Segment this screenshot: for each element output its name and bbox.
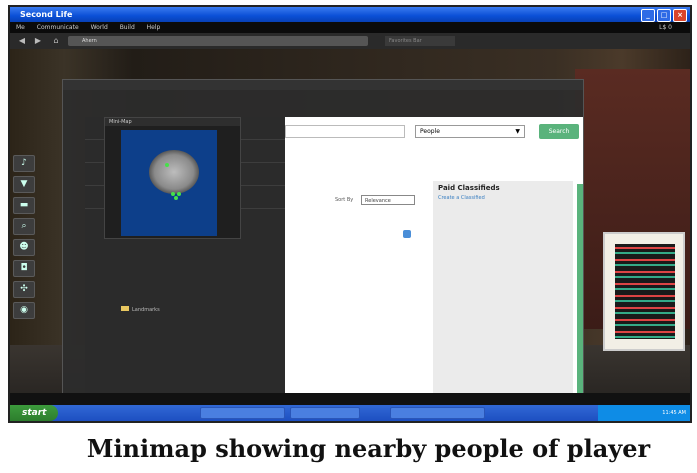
people-icon[interactable]: ☻ — [13, 239, 35, 256]
sort-label: Sort By — [335, 197, 354, 203]
map-icon[interactable]: ✣ — [13, 281, 35, 298]
taskbar-item[interactable] — [200, 407, 285, 419]
sort-select[interactable]: Relevance — [361, 195, 415, 205]
windows-taskbar: start 11:45 AM — [10, 405, 690, 421]
navigation-bar: ◀ ▶ ⌂ Ahern Favorites Bar — [10, 33, 690, 50]
folder-icon — [121, 306, 129, 311]
figure-caption: Minimap showing nearby people of player — [86, 434, 651, 463]
search-button[interactable]: Search — [539, 124, 579, 139]
search-pane: People ▼ Search Sort By Relevance Paid C… — [285, 117, 583, 417]
camera-icon[interactable]: ◘ — [13, 260, 35, 277]
menu-communicate[interactable]: Communicate — [37, 24, 79, 31]
taskbar-item[interactable] — [390, 407, 485, 419]
maximize-icon[interactable]: □ — [657, 9, 671, 22]
nearby-avatar-dot — [177, 192, 181, 196]
bottom-toolbar — [10, 393, 690, 405]
classifieds-title: Paid Classifieds — [438, 184, 500, 192]
forward-icon[interactable]: ▶ — [32, 36, 44, 46]
sidebar-toolbar: ♪ ▼ ▬ ⌕ ☻ ◘ ✣ ◉ — [13, 155, 35, 319]
gesture-icon[interactable]: ▼ — [13, 176, 35, 193]
search-input[interactable] — [285, 125, 405, 138]
create-classified-link[interactable]: Create a Classified — [438, 195, 485, 201]
second-life-window: Second Life _ □ × Me Communicate World B… — [8, 5, 692, 423]
menu-help[interactable]: Help — [147, 24, 161, 31]
search-dialog-header — [63, 80, 583, 90]
nearby-avatar-dot — [174, 196, 178, 200]
info-board[interactable] — [603, 232, 685, 351]
back-icon[interactable]: ◀ — [16, 36, 28, 46]
system-tray: 11:45 AM — [598, 405, 690, 421]
island — [149, 150, 199, 194]
search-icon[interactable]: ⌕ — [13, 218, 35, 235]
category-select[interactable]: People ▼ — [415, 125, 525, 138]
menubar: Me Communicate World Build Help L$ 0 — [10, 22, 690, 33]
taskbar-item[interactable] — [290, 407, 360, 419]
chat-icon[interactable]: ▬ — [13, 197, 35, 214]
location-input[interactable]: Ahern — [68, 36, 368, 46]
linden-balance[interactable]: L$ 0 — [659, 22, 672, 33]
nearby-avatar-dot — [165, 163, 169, 167]
minimap-view[interactable] — [121, 130, 217, 236]
speak-icon[interactable]: ♪ — [13, 155, 35, 172]
minimap-window: Mini-Map — [104, 117, 241, 239]
menu-build[interactable]: Build — [120, 24, 135, 31]
scrollbar[interactable] — [577, 184, 583, 417]
menu-world[interactable]: World — [91, 24, 108, 31]
info-icon[interactable] — [403, 230, 411, 238]
minimap-title: Mini-Map — [105, 118, 240, 126]
window-titlebar: Second Life _ □ × — [10, 7, 690, 22]
home-icon[interactable]: ⌂ — [50, 36, 62, 46]
minimize-icon[interactable]: _ — [641, 9, 655, 22]
chevron-down-icon: ▼ — [515, 128, 520, 135]
minimap-icon[interactable]: ◉ — [13, 302, 35, 319]
classifieds-panel: Paid Classifieds Create a Classified — [433, 181, 573, 417]
start-button[interactable]: start — [10, 405, 58, 421]
favorites-bar[interactable]: Favorites Bar — [385, 36, 455, 46]
landmarks-folder[interactable]: Landmarks — [121, 306, 160, 313]
clock: 11:45 AM — [662, 410, 686, 416]
landmarks-folder-label: Landmarks — [132, 307, 160, 313]
close-icon[interactable]: × — [673, 9, 687, 22]
category-select-value: People — [420, 128, 440, 135]
window-title: Second Life — [20, 10, 73, 19]
menu-me[interactable]: Me — [16, 24, 25, 31]
